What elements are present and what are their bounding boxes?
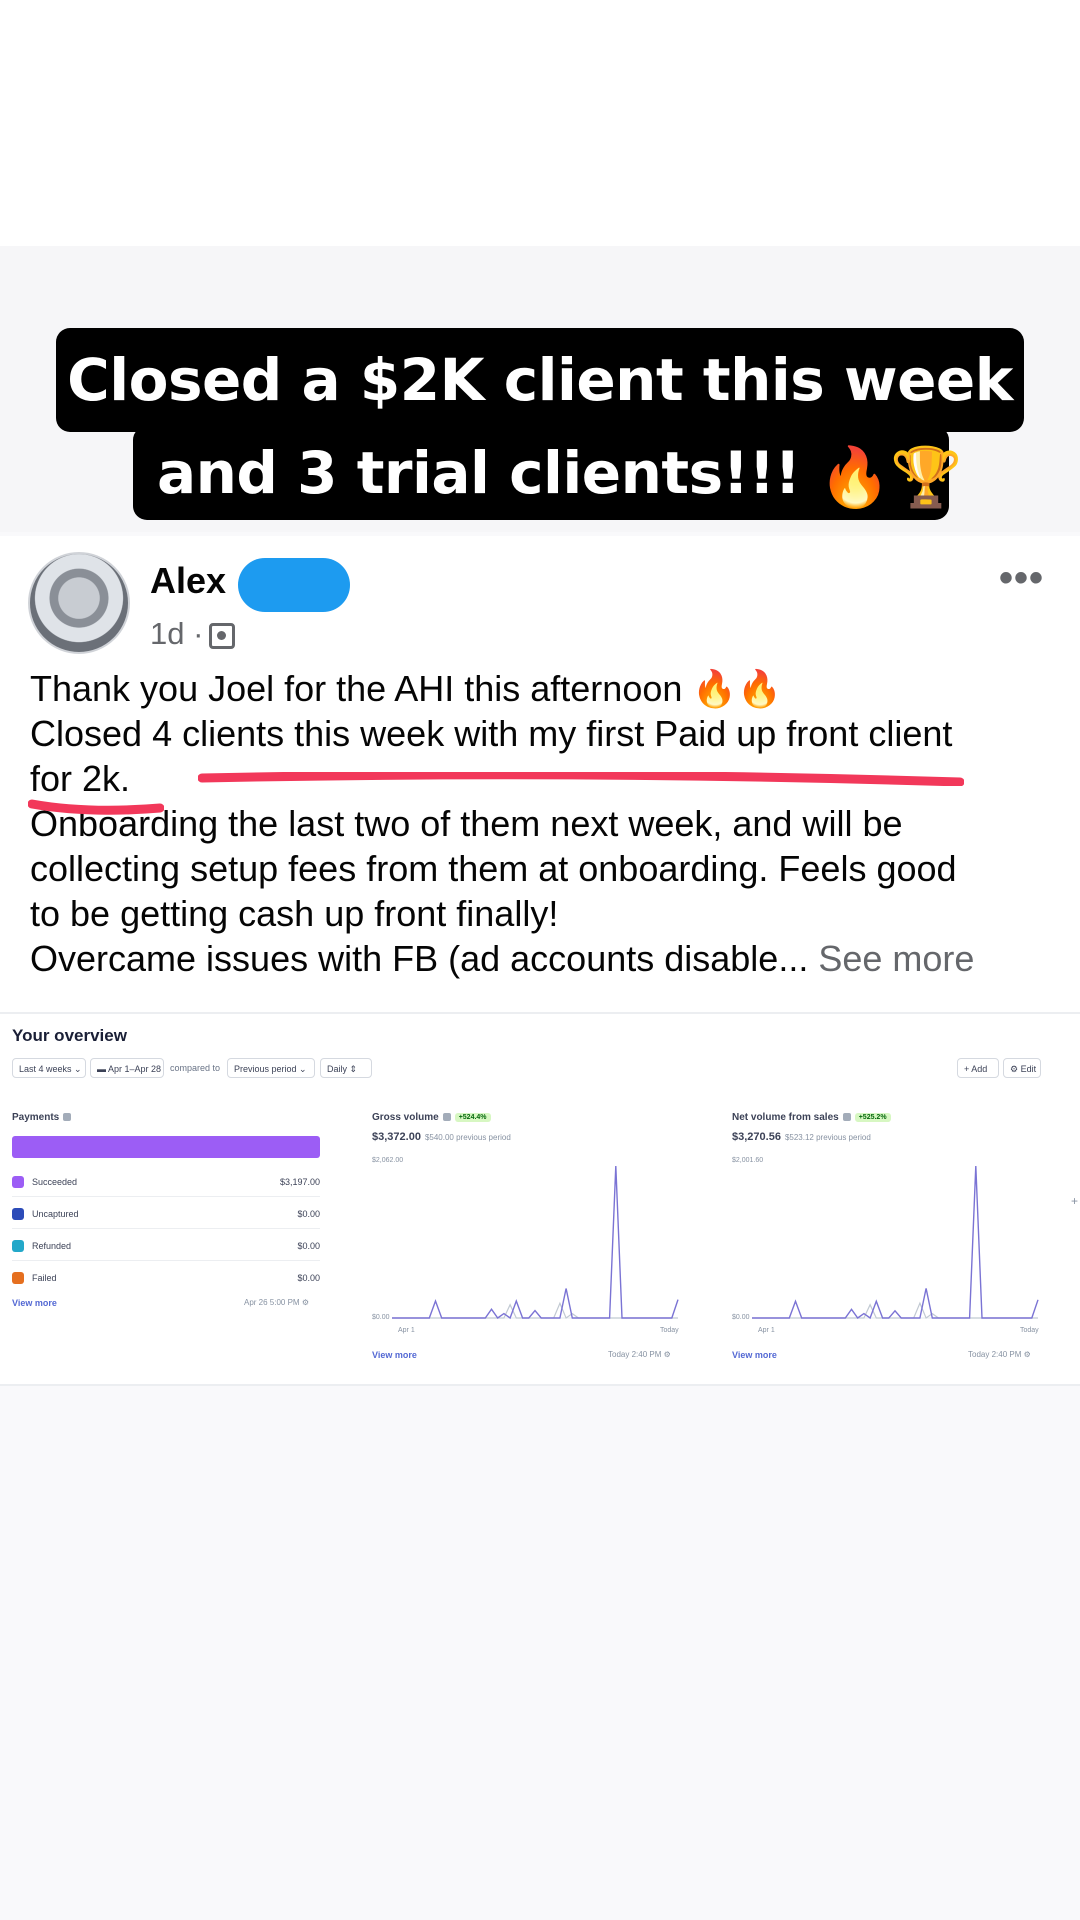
payment-label: Refunded xyxy=(32,1241,72,1251)
gross-amount: $3,372.00 xyxy=(372,1131,421,1143)
compare-select-label: Previous period xyxy=(234,1064,297,1074)
uncaptured-swatch xyxy=(12,1208,24,1220)
post-line: to be getting cash up front finally! xyxy=(30,893,559,934)
net-view-more-link[interactable]: View more xyxy=(732,1350,777,1360)
post-body: Thank you Joel for the AHI this afternoo… xyxy=(30,666,1060,981)
see-more-link[interactable]: See more xyxy=(818,938,974,979)
succeeded-swatch xyxy=(12,1176,24,1188)
gross-x-start: Apr 1 xyxy=(398,1327,415,1334)
overview-title: Your overview xyxy=(12,1026,127,1045)
payment-value: $3,197.00 xyxy=(279,1177,320,1187)
friends-audience-icon xyxy=(209,622,236,649)
gross-volume-chart xyxy=(392,1165,679,1320)
caption-line-2: and 3 trial clients!!! 🔥🏆 xyxy=(133,426,962,520)
add-button[interactable]: + Add xyxy=(957,1058,999,1078)
failed-swatch xyxy=(12,1272,24,1284)
payments-view-more-link[interactable]: View more xyxy=(12,1298,57,1308)
net-amount-line: $3,270.56 $523.12 previous period xyxy=(732,1131,871,1143)
net-volume-chart xyxy=(752,1165,1039,1320)
net-change-badge: +525.2% xyxy=(854,1112,891,1122)
date-range-picker[interactable]: ▬ Apr 1–Apr 28 xyxy=(90,1058,164,1078)
post-time[interactable]: 1d · xyxy=(150,616,203,651)
caption-line-2-text: and 3 trial clients!!! xyxy=(157,439,801,507)
gross-title-text: Gross volume xyxy=(372,1112,439,1123)
interval-select-label: Daily xyxy=(327,1064,348,1074)
interval-select[interactable]: Daily ⇕ xyxy=(320,1058,372,1078)
more-options-icon[interactable]: ••• xyxy=(999,556,1044,601)
gross-updated: Today 2:40 PM ⚙ xyxy=(608,1350,671,1359)
gross-amount-line: $3,372.00 $540.00 previous period xyxy=(372,1131,511,1143)
payment-value: $0.00 xyxy=(297,1273,320,1283)
net-updated: Today 2:40 PM ⚙ xyxy=(968,1350,1031,1359)
author-name[interactable]: Alex xyxy=(150,560,226,602)
payments-title: Payments xyxy=(12,1112,72,1123)
info-icon[interactable] xyxy=(842,1113,851,1122)
payment-row: Failed $0.00 xyxy=(12,1262,320,1292)
compare-select[interactable]: Previous period ⌄ xyxy=(227,1058,315,1078)
post-line-last: Overcame issues with FB (ad accounts dis… xyxy=(30,936,1060,981)
gross-volume-title: Gross volume +524.4% xyxy=(372,1112,491,1123)
payment-label: Uncaptured xyxy=(32,1209,79,1219)
info-icon[interactable] xyxy=(442,1113,451,1122)
range-select[interactable]: Last 4 weeks ⌄ xyxy=(12,1058,86,1078)
gross-updated-text: Today 2:40 PM xyxy=(608,1350,662,1359)
post-line: collecting setup fees from them at onboa… xyxy=(30,848,957,889)
payments-updated-text: Apr 26 5:00 PM xyxy=(244,1298,300,1307)
payment-label: Succeeded xyxy=(32,1177,78,1187)
net-previous: $523.12 previous period xyxy=(784,1133,871,1142)
compared-to-label: compared to xyxy=(170,1063,221,1073)
refunded-swatch xyxy=(12,1240,24,1252)
date-range-label: Apr 1–Apr 28 xyxy=(108,1064,162,1074)
payment-value: $0.00 xyxy=(297,1209,320,1219)
net-updated-text: Today 2:40 PM xyxy=(968,1350,1022,1359)
net-current-series-line xyxy=(752,1165,1039,1320)
edit-button[interactable]: ⚙ Edit xyxy=(1003,1058,1041,1078)
net-title-text: Net volume from sales xyxy=(732,1112,839,1123)
net-ymin-label: $0.00 xyxy=(732,1314,750,1321)
payment-row: Refunded $0.00 xyxy=(12,1230,320,1261)
post-meta: 1d · xyxy=(150,616,236,652)
gross-current-series-line xyxy=(392,1165,679,1320)
post-line: Thank you Joel for the AHI this afternoo… xyxy=(30,668,783,709)
net-x-end: Today xyxy=(1020,1327,1039,1334)
avatar[interactable] xyxy=(28,552,130,654)
payment-label: Failed xyxy=(32,1273,57,1283)
post-line: Onboarding the last two of them next wee… xyxy=(30,803,903,844)
post-line: Overcame issues with FB (ad accounts dis… xyxy=(30,938,809,979)
payment-row: Succeeded $3,197.00 xyxy=(12,1166,320,1197)
post-line: Closed 4 clients this week with my first… xyxy=(30,713,953,754)
gross-view-more-link[interactable]: View more xyxy=(372,1350,417,1360)
highlight-underline xyxy=(198,772,964,786)
range-select-label: Last 4 weeks xyxy=(19,1064,72,1074)
add-widget-icon[interactable]: + xyxy=(1071,1194,1078,1208)
gross-change-badge: +524.4% xyxy=(454,1112,491,1122)
payment-value: $0.00 xyxy=(297,1241,320,1251)
fire-trophy-emoji: 🔥🏆 xyxy=(818,442,962,511)
info-icon[interactable] xyxy=(63,1113,72,1122)
net-x-start: Apr 1 xyxy=(758,1327,775,1334)
gross-x-end: Today xyxy=(660,1327,679,1334)
net-amount: $3,270.56 xyxy=(732,1131,781,1143)
payments-updated: Apr 26 5:00 PM ⚙ xyxy=(244,1298,309,1307)
gross-ymin-label: $0.00 xyxy=(372,1314,390,1321)
payments-title-text: Payments xyxy=(12,1112,60,1123)
redaction-scribble xyxy=(238,558,350,612)
top-blank-area xyxy=(0,0,1080,246)
payments-bar xyxy=(12,1136,320,1158)
net-volume-title: Net volume from sales +525.2% xyxy=(732,1112,891,1123)
highlight-underline-short xyxy=(28,799,164,815)
caption-line-1: Closed a $2K client this week xyxy=(56,328,1024,432)
payment-row: Uncaptured $0.00 xyxy=(12,1198,320,1229)
gross-previous: $540.00 previous period xyxy=(424,1133,511,1142)
